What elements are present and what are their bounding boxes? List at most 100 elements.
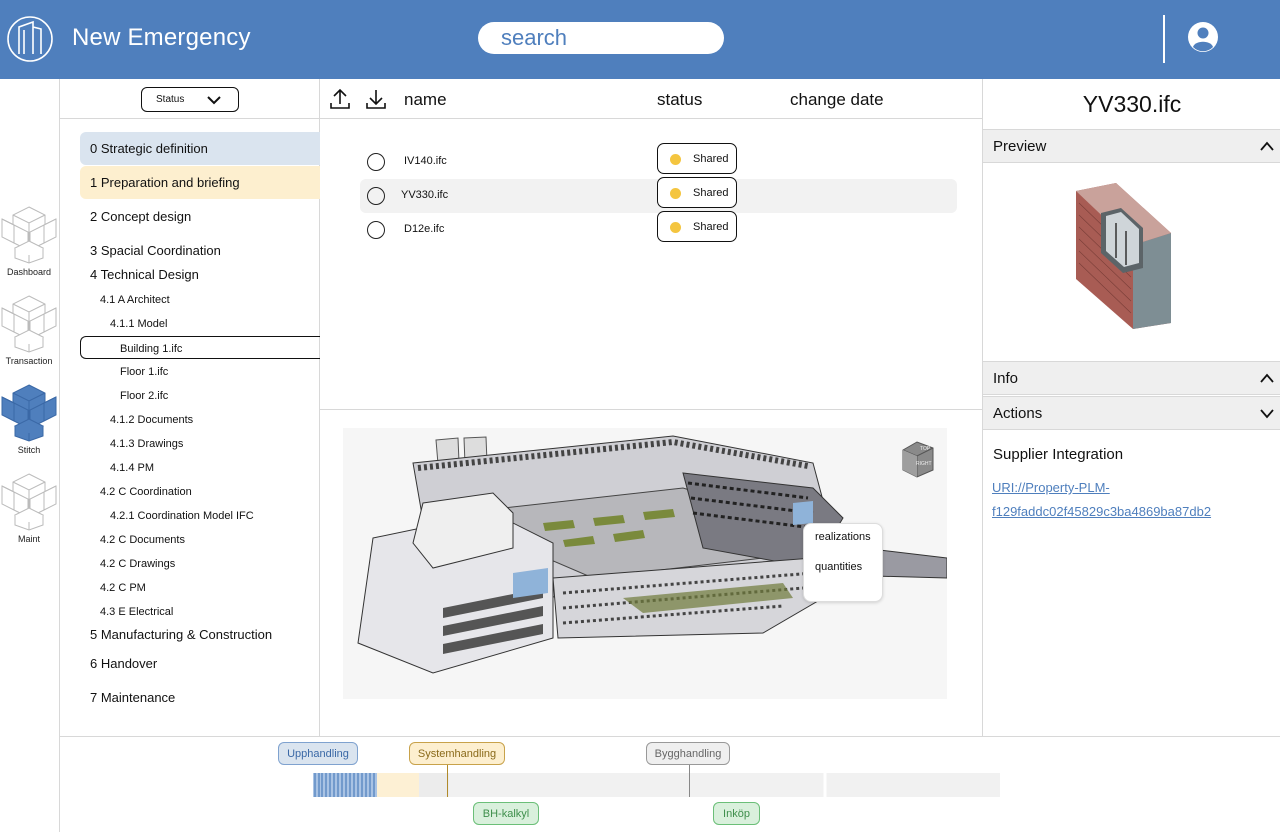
app-title: New Emergency xyxy=(72,24,251,51)
header-divider xyxy=(1163,15,1165,63)
tree-item[interactable]: Floor 2.ifc xyxy=(80,388,320,404)
search-input[interactable]: search xyxy=(478,22,724,54)
tree-item-selected[interactable]: Building 1.ifc xyxy=(80,336,320,359)
left-rail: Dashboard Transaction Stitch Maint xyxy=(0,79,60,832)
cube-outline-icon xyxy=(1,295,57,353)
tree-item[interactable]: 2 Concept design xyxy=(80,209,320,225)
tree-item[interactable]: 4 Technical Design xyxy=(80,267,320,283)
supplier-integration-heading: Supplier Integration xyxy=(993,446,1124,463)
status-filter-select[interactable]: Status xyxy=(141,87,239,112)
file-select-radio[interactable] xyxy=(367,221,385,239)
file-row[interactable]: IV140.ifc Shared xyxy=(360,143,957,179)
file-name: YV330.ifc xyxy=(401,189,449,201)
chevron-down-icon xyxy=(1260,409,1274,419)
supplier-uri-link[interactable]: URI://Property-PLM- f129faddc02f45829c3b… xyxy=(992,476,1272,524)
timeline-tag-bygghandling[interactable]: Bygghandling xyxy=(646,742,730,765)
tree-item[interactable]: 4.2 C Coordination xyxy=(80,484,320,500)
timeline-tag-upphandling[interactable]: Upphandling xyxy=(278,742,358,765)
status-label: Shared xyxy=(693,152,729,165)
stage-tree-panel: Status 0 Strategic definition 1 Preparat… xyxy=(60,79,320,736)
tree-item[interactable]: 4.1.2 Documents xyxy=(80,412,320,428)
file-list-header: name status change date xyxy=(320,79,982,119)
tree-item[interactable]: 4.1 A Architect xyxy=(80,292,320,308)
tree-item[interactable]: Floor 1.ifc xyxy=(80,364,320,380)
tree-item[interactable]: 4.1.4 PM xyxy=(80,460,320,476)
accordion-label: Info xyxy=(993,370,1019,387)
uri-line: f129faddc02f45829c3ba4869ba87db2 xyxy=(992,504,1212,519)
timeline-ticks xyxy=(313,773,827,797)
status-dot xyxy=(670,222,681,233)
context-menu-item-realizations[interactable]: realizations xyxy=(815,531,871,543)
file-row-selected[interactable]: YV330.ifc Shared xyxy=(360,177,957,213)
timeline-marker xyxy=(689,764,690,797)
wall-preview-image xyxy=(1076,183,1171,329)
selected-file-title: YV330.ifc xyxy=(1082,91,1182,117)
file-row[interactable]: D12e.ifc Shared xyxy=(360,211,957,247)
status-badge[interactable]: Shared xyxy=(657,177,737,208)
tree-item[interactable]: 5 Manufacturing & Construction xyxy=(80,627,320,643)
status-filter-label: Status xyxy=(156,94,185,105)
file-select-radio[interactable] xyxy=(367,187,385,205)
column-header-status[interactable]: status xyxy=(657,90,702,110)
accordion-info[interactable]: Info xyxy=(983,361,1280,395)
status-dot xyxy=(670,188,681,199)
details-panel: YV330.ifc Preview Info Actions Supplier … xyxy=(982,79,1280,736)
tree-item[interactable]: 4.2 C Documents xyxy=(80,532,320,548)
column-header-name[interactable]: name xyxy=(404,90,447,110)
divider xyxy=(320,409,982,410)
tree-item[interactable]: 1 Preparation and briefing xyxy=(80,166,320,199)
phase-timeline: Upphandling Systemhandling Bygghandling … xyxy=(60,736,1280,832)
accordion-actions[interactable]: Actions xyxy=(983,396,1280,430)
file-name: IV140.ifc xyxy=(404,155,447,167)
chevron-down-icon xyxy=(207,96,221,105)
uri-line: URI://Property-PLM- xyxy=(992,480,1110,495)
status-badge[interactable]: Shared xyxy=(657,143,737,174)
rail-transaction[interactable]: Transaction xyxy=(0,292,58,366)
rail-maint[interactable]: Maint xyxy=(0,470,58,544)
tree-item[interactable]: 4.2 C Drawings xyxy=(80,556,320,572)
file-name: D12e.ifc xyxy=(404,223,445,235)
viewer-context-menu: realizations quantities xyxy=(803,523,883,602)
upload-icon[interactable] xyxy=(330,88,350,110)
cube-outline-icon xyxy=(1,473,57,531)
timeline-bar[interactable] xyxy=(313,773,1000,797)
view-cube-top-label: TOP xyxy=(920,446,931,452)
accordion-label: Actions xyxy=(993,405,1043,422)
cube-outline-icon xyxy=(1,206,57,264)
status-label: Shared xyxy=(693,186,729,199)
tree-item[interactable]: 3 Spacial Coordination xyxy=(80,243,320,259)
rail-dashboard[interactable]: Dashboard xyxy=(0,203,58,277)
chevron-up-icon xyxy=(1260,373,1274,383)
timeline-tag-inkop[interactable]: Inköp xyxy=(713,802,760,825)
rail-label: Dashboard xyxy=(6,267,52,277)
rail-stitch[interactable]: Stitch xyxy=(0,381,58,455)
status-badge[interactable]: Shared xyxy=(657,211,737,242)
user-avatar-icon[interactable] xyxy=(1187,21,1219,53)
cube-filled-icon xyxy=(1,384,57,442)
tree-item[interactable]: 4.3 E Electrical xyxy=(80,604,320,620)
rail-label: Maint xyxy=(17,534,40,544)
download-icon[interactable] xyxy=(366,88,386,110)
file-select-radio[interactable] xyxy=(367,153,385,171)
tree-item[interactable]: 4.2 C PM xyxy=(80,580,320,596)
building-logo-icon[interactable] xyxy=(6,15,54,63)
tree-item[interactable]: 0 Strategic definition xyxy=(80,132,320,165)
status-dot xyxy=(670,154,681,165)
column-header-change-date[interactable]: change date xyxy=(790,90,884,110)
rail-label: Stitch xyxy=(17,445,41,455)
tree-item[interactable]: 6 Handover xyxy=(80,656,320,672)
timeline-tag-bh-kalkyl[interactable]: BH-kalkyl xyxy=(473,802,539,825)
timeline-marker xyxy=(447,764,448,797)
tree-item[interactable]: 4.1.3 Drawings xyxy=(80,436,320,452)
chevron-up-icon xyxy=(1260,141,1274,151)
tree-item[interactable]: 4.1.1 Model xyxy=(80,316,320,332)
tree-item[interactable]: 4.2.1 Coordination Model IFC xyxy=(80,508,320,524)
divider xyxy=(60,118,320,119)
timeline-tag-systemhandling[interactable]: Systemhandling xyxy=(409,742,505,765)
view-cube-right-label: RIGHT xyxy=(916,461,932,467)
accordion-preview[interactable]: Preview xyxy=(983,129,1280,163)
accordion-label: Preview xyxy=(993,138,1047,155)
tree-item[interactable]: 7 Maintenance xyxy=(80,690,320,706)
context-menu-item-quantities[interactable]: quantities xyxy=(815,561,862,573)
app-header: New Emergency search xyxy=(0,0,1280,79)
